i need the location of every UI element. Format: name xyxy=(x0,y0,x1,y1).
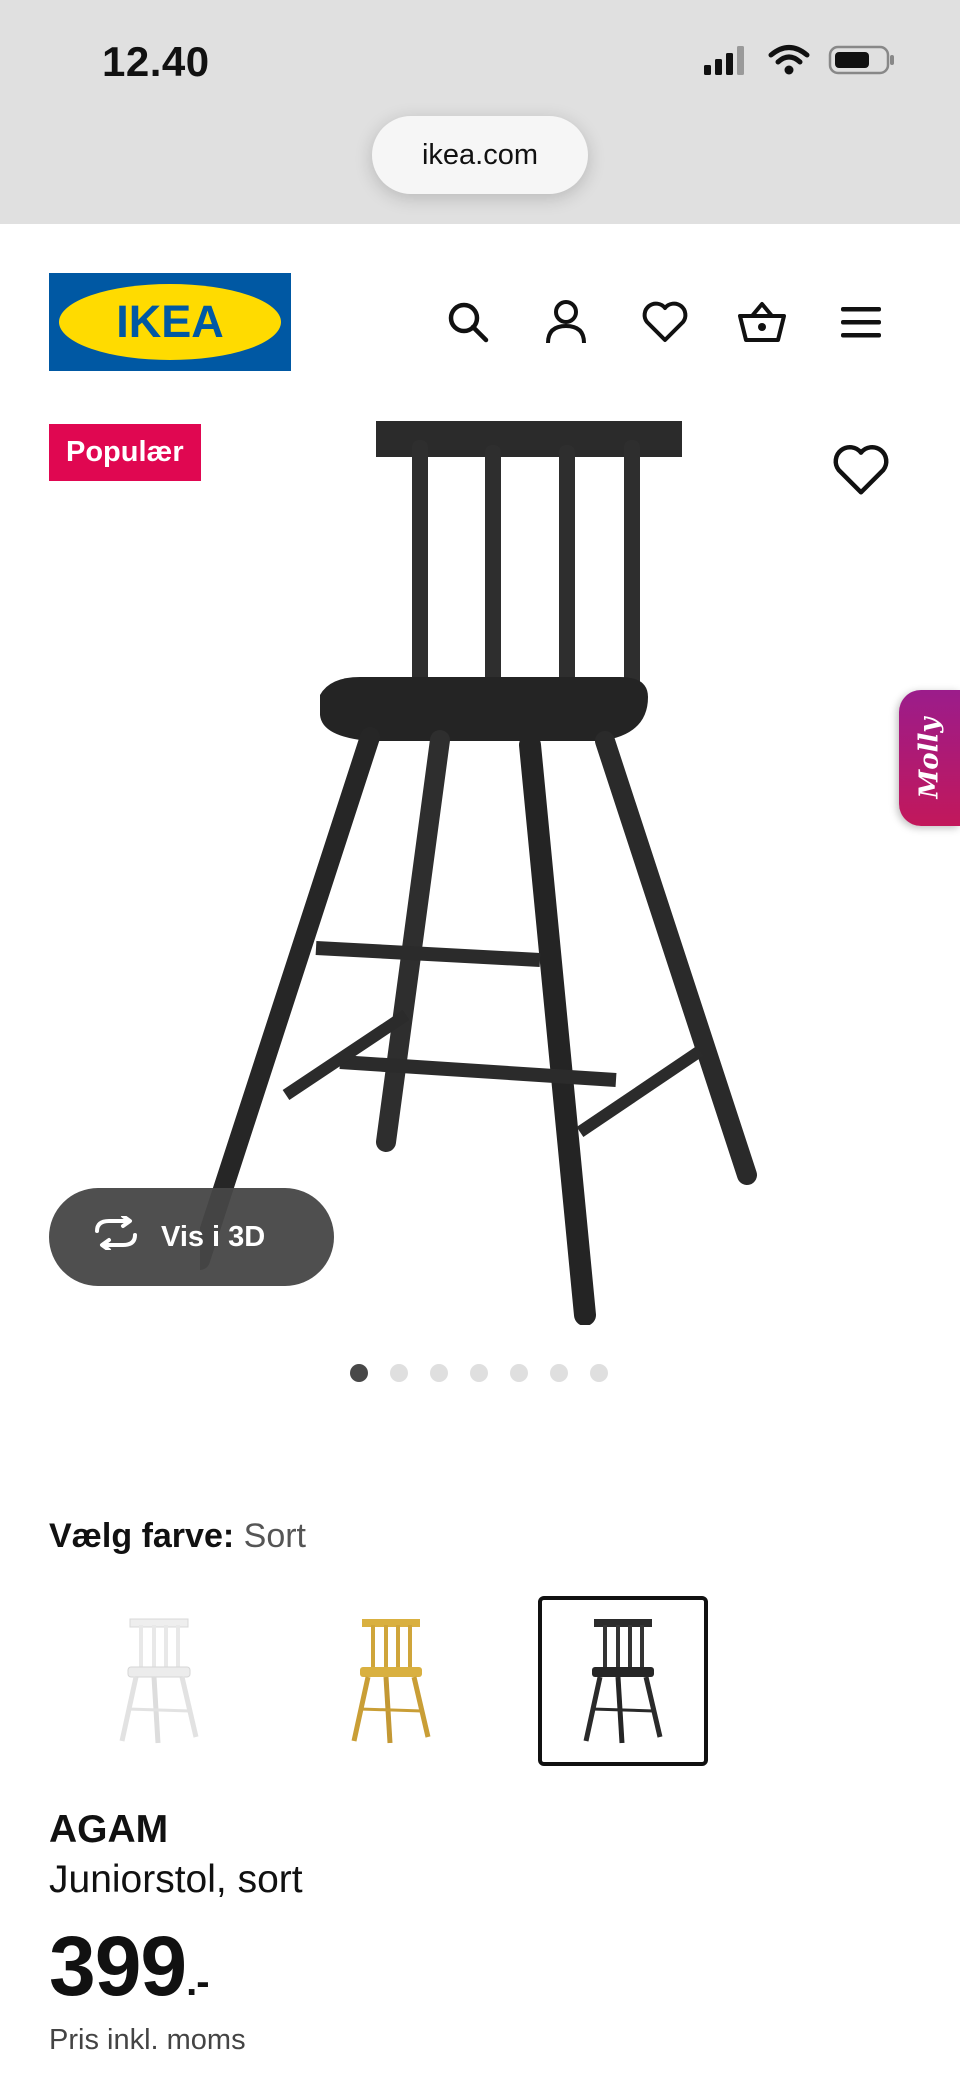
ikea-logo-text: IKEA xyxy=(116,296,224,347)
shopping-basket-icon[interactable] xyxy=(734,294,790,350)
menu-hamburger-icon[interactable] xyxy=(833,294,889,350)
account-icon[interactable] xyxy=(538,294,594,350)
carousel-dot[interactable] xyxy=(430,1364,448,1382)
wifi-icon xyxy=(768,44,810,81)
favorites-heart-icon[interactable] xyxy=(637,294,693,350)
carousel-dot[interactable] xyxy=(510,1364,528,1382)
price-suffix: .- xyxy=(186,1960,209,2004)
carousel-dot[interactable] xyxy=(350,1364,368,1382)
status-icons xyxy=(702,44,896,81)
color-option-white[interactable] xyxy=(74,1596,244,1766)
view-in-3d-button[interactable]: Vis i 3D xyxy=(49,1188,334,1286)
color-option-black[interactable] xyxy=(538,1596,708,1766)
carousel-dot[interactable] xyxy=(390,1364,408,1382)
price-vat-note: Pris inkl. moms xyxy=(49,2024,246,2056)
price-main: 399 xyxy=(49,1919,187,2013)
view-in-3d-label: Vis i 3D xyxy=(161,1220,266,1253)
color-picker-label: Vælg farve: Sort xyxy=(49,1517,306,1556)
carousel-dot[interactable] xyxy=(470,1364,488,1382)
heart-outline-icon[interactable] xyxy=(832,444,890,502)
product-price: 399.- xyxy=(49,1918,210,2015)
status-bar: 12.40 ikea.com xyxy=(0,0,960,224)
product-name: AGAM xyxy=(49,1808,169,1851)
search-icon[interactable] xyxy=(440,294,496,350)
color-selected-value: Sort xyxy=(243,1517,306,1555)
color-option-yellow[interactable] xyxy=(306,1596,476,1766)
ikea-logo[interactable]: IKEA xyxy=(49,273,291,371)
rotate-3d-icon xyxy=(91,1214,141,1258)
carousel-dot[interactable] xyxy=(550,1364,568,1382)
carousel-indicator xyxy=(350,1364,608,1382)
molly-tab-label: Molly xyxy=(914,717,945,799)
carousel-dot[interactable] xyxy=(590,1364,608,1382)
cellular-signal-icon xyxy=(702,45,750,80)
product-description: Juniorstol, sort xyxy=(49,1858,303,1901)
url-bar[interactable]: ikea.com xyxy=(372,116,588,194)
color-swatches xyxy=(74,1596,708,1766)
status-time: 12.40 xyxy=(102,38,210,85)
battery-icon xyxy=(828,44,896,81)
popular-badge: Populær xyxy=(49,424,201,481)
molly-chat-tab[interactable]: Molly xyxy=(899,690,960,826)
color-label-text: Vælg farve: xyxy=(49,1517,235,1555)
